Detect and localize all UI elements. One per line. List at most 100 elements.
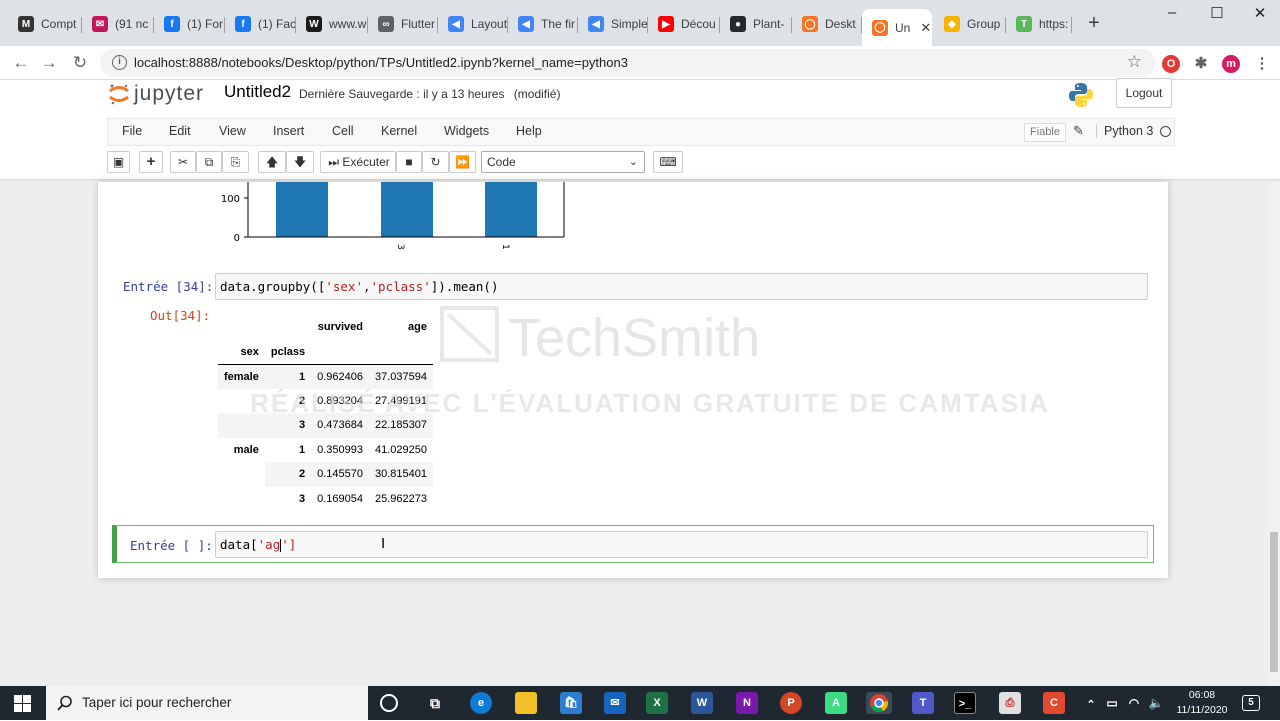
interrupt-icon[interactable]: ■ xyxy=(396,151,422,173)
code-text: ]).mean() xyxy=(430,279,499,294)
browser-tab[interactable]: ◀ Simple xyxy=(578,9,648,39)
cortana-icon[interactable] xyxy=(380,694,398,712)
close-window-button[interactable]: ✕ xyxy=(1250,4,1270,22)
browser-tab[interactable]: Wwww.w xyxy=(296,9,368,39)
teams-icon[interactable]: T xyxy=(912,692,934,714)
trusted-indicator[interactable]: Fiable xyxy=(1024,123,1066,142)
browser-tab[interactable]: ◯ Deskt xyxy=(792,9,862,39)
chrome-menu-icon[interactable]: ⋮ xyxy=(1253,55,1271,73)
tab-label: (1) For xyxy=(187,17,223,31)
edge-icon[interactable]: e xyxy=(470,692,492,714)
mail-icon[interactable]: ✉ xyxy=(604,692,626,714)
code-cell-editing[interactable]: data['ag'] xyxy=(215,531,1148,558)
save-icon[interactable]: ▣ xyxy=(107,151,130,173)
move-down-icon[interactable]: 🡇 xyxy=(286,151,314,173)
browser-tab[interactable]: ◆ Group xyxy=(934,9,1006,39)
restart-icon[interactable]: ↻ xyxy=(422,151,449,173)
index-pclass: 1 xyxy=(264,364,312,389)
browser-tab[interactable]: ∞ Flutter xyxy=(368,9,438,39)
browser-tab[interactable]: f (1) Fac xyxy=(225,9,296,39)
browser-tab[interactable]: ● Plant- xyxy=(720,9,792,39)
browser-tab[interactable]: f (1) For xyxy=(154,9,225,39)
tab-label: Group xyxy=(967,17,1001,31)
address-bar-row: ← → ↻ i localhost:8888/notebooks/Desktop… xyxy=(0,46,1280,80)
cell-survived: 0.145570 xyxy=(311,462,369,487)
jupyter-logo[interactable]: jupyter xyxy=(108,80,204,108)
tray-chevron-up-icon[interactable]: ⌃ xyxy=(1080,694,1102,716)
taskbar-clock[interactable]: 06:08 11/11/2020 xyxy=(1172,688,1232,718)
new-tab-button[interactable]: + xyxy=(1083,12,1105,34)
keyboard-shortcuts-icon[interactable]: ⌨ xyxy=(653,151,683,173)
menu-kernel[interactable]: Kernel xyxy=(381,124,417,138)
edit-pencil-icon[interactable]: ✎ xyxy=(1073,123,1084,139)
volume-icon[interactable]: 🔈 xyxy=(1145,692,1167,714)
code-cell-34[interactable]: data.groupby(['sex','pclass']).mean() xyxy=(215,273,1148,300)
cut-icon[interactable]: ✂ xyxy=(170,151,196,173)
file-explorer-icon[interactable] xyxy=(515,692,537,714)
menu-edit[interactable]: Edit xyxy=(169,124,191,138)
chrome-taskbar-active[interactable] xyxy=(866,692,892,714)
tab-label: The fir xyxy=(541,17,576,31)
tab-close-icon[interactable]: ✕ xyxy=(920,20,931,36)
tab-favicon-icon: ● xyxy=(730,16,746,32)
restart-run-all-icon[interactable]: ⏩ xyxy=(449,151,476,173)
profile-avatar[interactable]: m xyxy=(1222,55,1240,73)
menu-file[interactable]: File xyxy=(122,124,142,138)
pdf-reader-icon[interactable]: ⎙ xyxy=(999,692,1021,714)
reload-icon[interactable]: ↻ xyxy=(69,52,91,74)
page-scrollbar[interactable] xyxy=(1268,182,1280,686)
browser-tab[interactable]: ◀ Layout xyxy=(438,9,508,39)
store-icon[interactable]: 🛍 xyxy=(560,692,582,714)
paste-icon[interactable]: ⎘ xyxy=(222,151,249,173)
maximize-button[interactable]: ☐ xyxy=(1207,4,1227,22)
browser-tab[interactable]: ✉ (91 nc xyxy=(82,9,154,39)
browser-tab[interactable]: Thttps: xyxy=(1006,9,1072,39)
cell-survived: 0.169054 xyxy=(317,492,363,505)
forward-icon[interactable]: → xyxy=(38,52,60,74)
onenote-icon[interactable]: N xyxy=(736,692,758,714)
minimize-button[interactable]: – xyxy=(1162,4,1182,21)
scrollbar-thumb[interactable] xyxy=(1270,532,1278,672)
url-text[interactable]: localhost:8888/notebooks/Desktop/python/… xyxy=(134,55,628,70)
python-logo-icon xyxy=(1069,83,1093,107)
code-string: 'pclass' xyxy=(370,279,431,294)
taskbar-search-box[interactable]: Taper ici pour rechercher xyxy=(46,686,368,720)
windows-start-icon[interactable] xyxy=(14,695,31,712)
browser-tab[interactable]: M Compt xyxy=(8,9,82,39)
cell-survived: 0.962406 xyxy=(311,364,369,389)
run-button[interactable]: ⏭ Exécuter xyxy=(320,151,396,173)
copy-icon[interactable]: ⧉ xyxy=(196,151,222,173)
excel-icon[interactable]: X xyxy=(646,692,668,714)
move-up-icon[interactable]: 🡅 xyxy=(258,151,286,173)
extensions-puzzle-icon[interactable]: ✱ xyxy=(1192,55,1210,73)
site-info-icon[interactable]: i xyxy=(112,55,127,70)
android-studio-icon[interactable]: A xyxy=(825,692,847,714)
browser-tab[interactable]: ◯ Un ✕ xyxy=(862,9,932,46)
battery-icon[interactable]: ▭ xyxy=(1101,692,1123,714)
task-view-icon[interactable]: ⧉ xyxy=(424,692,446,714)
camtasia-icon[interactable]: C xyxy=(1043,692,1065,714)
terminal-icon[interactable]: >_ xyxy=(954,692,976,714)
tab-favicon-icon: M xyxy=(18,16,34,32)
word-icon[interactable]: W xyxy=(691,692,713,714)
menu-widgets[interactable]: Widgets xyxy=(444,124,489,138)
logout-button[interactable]: Logout xyxy=(1116,78,1172,108)
wifi-icon[interactable]: ◠ xyxy=(1123,692,1145,714)
notification-center-icon[interactable]: 5 xyxy=(1242,695,1260,711)
omnibox[interactable]: i localhost:8888/notebooks/Desktop/pytho… xyxy=(100,49,1156,77)
menu-cell[interactable]: Cell xyxy=(332,124,354,138)
browser-tab[interactable]: ◀ The fir xyxy=(508,9,578,39)
cell-type-select[interactable]: Code ⌄ xyxy=(481,151,645,173)
insert-cell-icon[interactable]: + xyxy=(139,151,163,173)
bookmark-star-icon[interactable]: ☆ xyxy=(1127,52,1142,72)
notebook-title[interactable]: Untitled2 xyxy=(224,82,291,102)
tab-favicon-icon: ◆ xyxy=(944,16,960,32)
extension-opera-icon[interactable]: O xyxy=(1162,55,1180,73)
browser-tab[interactable]: ▶ Décou xyxy=(648,9,720,39)
menu-insert[interactable]: Insert xyxy=(273,124,304,138)
back-icon[interactable]: ← xyxy=(10,52,32,74)
menu-view[interactable]: View xyxy=(219,124,246,138)
kernel-name[interactable]: Python 3 xyxy=(1096,124,1153,138)
menu-help[interactable]: Help xyxy=(516,124,542,138)
powerpoint-icon[interactable]: P xyxy=(780,692,802,714)
